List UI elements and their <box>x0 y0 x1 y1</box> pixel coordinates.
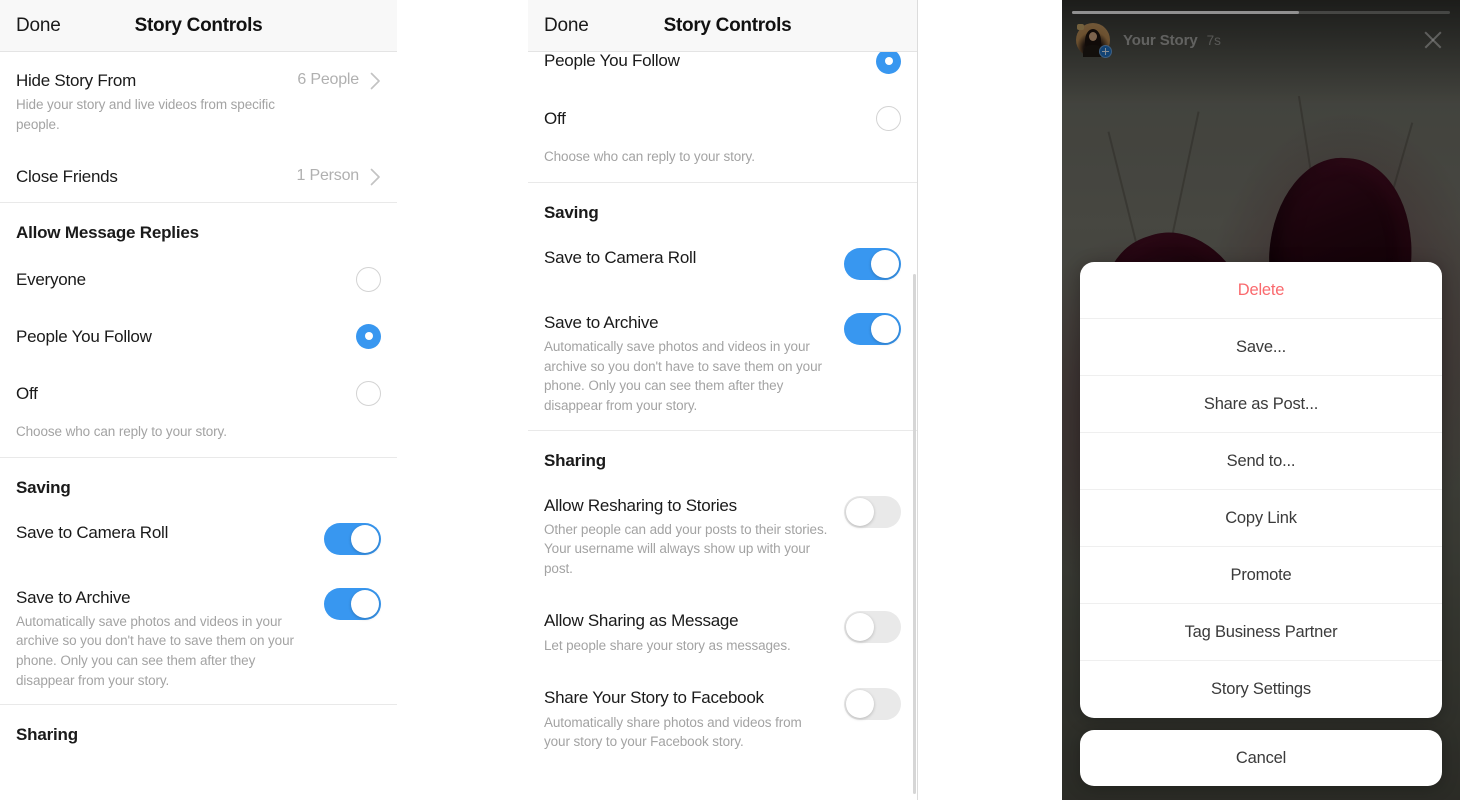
action-story-settings[interactable]: Story Settings <box>1080 661 1442 718</box>
row-label: Save to Camera Roll <box>16 522 169 542</box>
cancel-button[interactable]: Cancel <box>1080 730 1442 786</box>
radio-row-off[interactable]: Off <box>528 88 917 145</box>
row-label: Share Your Story to Facebook <box>544 688 764 708</box>
switch-row-save-to-camera-roll[interactable]: Save to Camera Roll <box>0 504 397 569</box>
row-subtitle: Automatically save photos and videos in … <box>16 613 294 688</box>
vertical-scrollbar[interactable] <box>913 274 916 794</box>
radio-off[interactable] <box>356 380 381 406</box>
row-label: People You Follow <box>544 51 680 71</box>
row-hide-story-from[interactable]: Hide Story From Hide your story and live… <box>0 52 397 148</box>
row-label: Save to Camera Roll <box>544 248 697 267</box>
row-close-friends[interactable]: Close Friends 1 Person <box>0 148 397 201</box>
chevron-right-icon <box>359 168 381 186</box>
switch-row-allow-sharing-as-message[interactable]: Allow Sharing as Message Let people shar… <box>528 592 917 669</box>
row-main: People You Follow <box>544 50 876 71</box>
switch-row-share-your-story-to-facebook[interactable]: Share Your Story to Facebook Automatical… <box>528 669 917 765</box>
row-main: Save to Archive Automatically save photo… <box>544 312 844 416</box>
story-viewer-panel: Your Story 7s Delete Save... Share as Po… <box>1062 0 1460 800</box>
row-label: Close Friends <box>16 167 118 187</box>
radio-people-you-follow[interactable] <box>876 48 901 74</box>
row-subtitle: Automatically share photos and videos fr… <box>544 714 802 750</box>
switch-row-save-to-archive[interactable]: Save to Archive Automatically save photo… <box>0 569 397 705</box>
chevron-right-icon <box>359 72 381 90</box>
group-title-saving: Saving <box>544 203 599 222</box>
row-label: People You Follow <box>16 326 152 346</box>
page-title: Story Controls <box>134 14 263 36</box>
action-copy-link[interactable]: Copy Link <box>1080 490 1442 547</box>
radio-everyone[interactable] <box>356 266 381 292</box>
action-delete[interactable]: Delete <box>1080 262 1442 319</box>
switch-row-save-to-camera-roll[interactable]: Save to Camera Roll <box>528 229 917 294</box>
switch-row-save-to-archive[interactable]: Save to Archive Automatically save photo… <box>528 294 917 430</box>
row-subtitle: Let people share your story as messages. <box>544 637 791 653</box>
group-title-sharing: Sharing <box>544 450 606 470</box>
action-send-to[interactable]: Send to... <box>1080 433 1442 490</box>
action-share-as-post[interactable]: Share as Post... <box>1080 376 1442 433</box>
row-label: Off <box>16 383 38 403</box>
row-main: Allow Resharing to Stories Other people … <box>544 495 844 579</box>
switch-save-to-archive[interactable] <box>844 313 901 345</box>
row-main: People You Follow <box>16 326 356 347</box>
row-main: Off <box>16 383 356 404</box>
screenshot-stage: Done Story Controls Hide Story From Hide… <box>0 0 1460 800</box>
row-label: Allow Sharing as Message <box>544 611 739 631</box>
radio-row-people-you-follow[interactable]: People You Follow <box>0 306 397 363</box>
switch-allow-sharing-as-message[interactable] <box>844 611 901 644</box>
row-label: Allow Resharing to Stories <box>544 495 737 515</box>
page-title: Story Controls <box>663 14 792 36</box>
nav-bar-left: Done Story Controls <box>0 0 397 52</box>
radio-off[interactable] <box>876 106 901 131</box>
row-main: Save to Camera Roll <box>16 522 324 543</box>
settings-scroll-left[interactable]: Hide Story From Hide your story and live… <box>0 52 397 800</box>
footnote-replies: Choose who can reply to your story. <box>544 149 755 164</box>
radio-people-you-follow[interactable] <box>356 323 381 349</box>
action-tag-business-partner[interactable]: Tag Business Partner <box>1080 604 1442 661</box>
action-sheet: Delete Save... Share as Post... Send to.… <box>1080 262 1442 718</box>
switch-row-allow-resharing-to-stories[interactable]: Allow Resharing to Stories Other people … <box>528 477 917 593</box>
action-save[interactable]: Save... <box>1080 319 1442 376</box>
row-value: 6 People <box>297 71 359 88</box>
row-value: 1 Person <box>296 167 360 185</box>
settings-scroll-middle[interactable]: People You Follow Off Choose who can rep… <box>528 44 917 794</box>
row-label: Save to Archive <box>544 313 659 332</box>
row-main: Save to Archive Automatically save photo… <box>16 587 324 691</box>
group-title-sharing: Sharing <box>16 725 78 745</box>
action-promote[interactable]: Promote <box>1080 547 1442 604</box>
row-main: Everyone <box>16 269 356 290</box>
row-label: Hide Story From <box>16 71 136 90</box>
row-main: Close Friends <box>16 166 297 187</box>
story-controls-panel-middle: Done Story Controls People You Follow Of… <box>528 0 918 800</box>
switch-share-your-story-to-facebook[interactable] <box>844 688 901 721</box>
row-subtitle: Other people can add your posts to their… <box>544 521 828 576</box>
group-title-saving: Saving <box>16 477 71 497</box>
switch-save-to-camera-roll[interactable] <box>844 248 901 280</box>
row-main: Save to Camera Roll <box>544 247 844 268</box>
footnote-replies: Choose who can reply to your story. <box>16 423 227 439</box>
row-main: Allow Sharing as Message Let people shar… <box>544 610 844 655</box>
story-controls-panel-left: Done Story Controls Hide Story From Hide… <box>0 0 397 800</box>
switch-allow-resharing-to-stories[interactable] <box>844 495 901 528</box>
row-main: Share Your Story to Facebook Automatical… <box>544 687 844 751</box>
switch-save-to-camera-roll[interactable] <box>324 522 381 555</box>
row-main: Hide Story From Hide your story and live… <box>16 70 297 134</box>
row-label: Save to Archive <box>16 587 131 607</box>
switch-save-to-archive[interactable] <box>324 587 381 620</box>
nav-bar-middle: Done Story Controls <box>528 0 917 52</box>
radio-row-everyone[interactable]: Everyone <box>0 249 397 306</box>
radio-row-off[interactable]: Off <box>0 363 397 420</box>
row-label: Off <box>544 108 566 128</box>
row-subtitle: Hide your story and live videos from spe… <box>16 97 275 132</box>
row-subtitle: Automatically save photos and videos in … <box>544 339 822 413</box>
group-title-allow-message-replies: Allow Message Replies <box>16 222 199 242</box>
row-main: Off <box>544 108 876 129</box>
row-label: Everyone <box>16 269 86 289</box>
